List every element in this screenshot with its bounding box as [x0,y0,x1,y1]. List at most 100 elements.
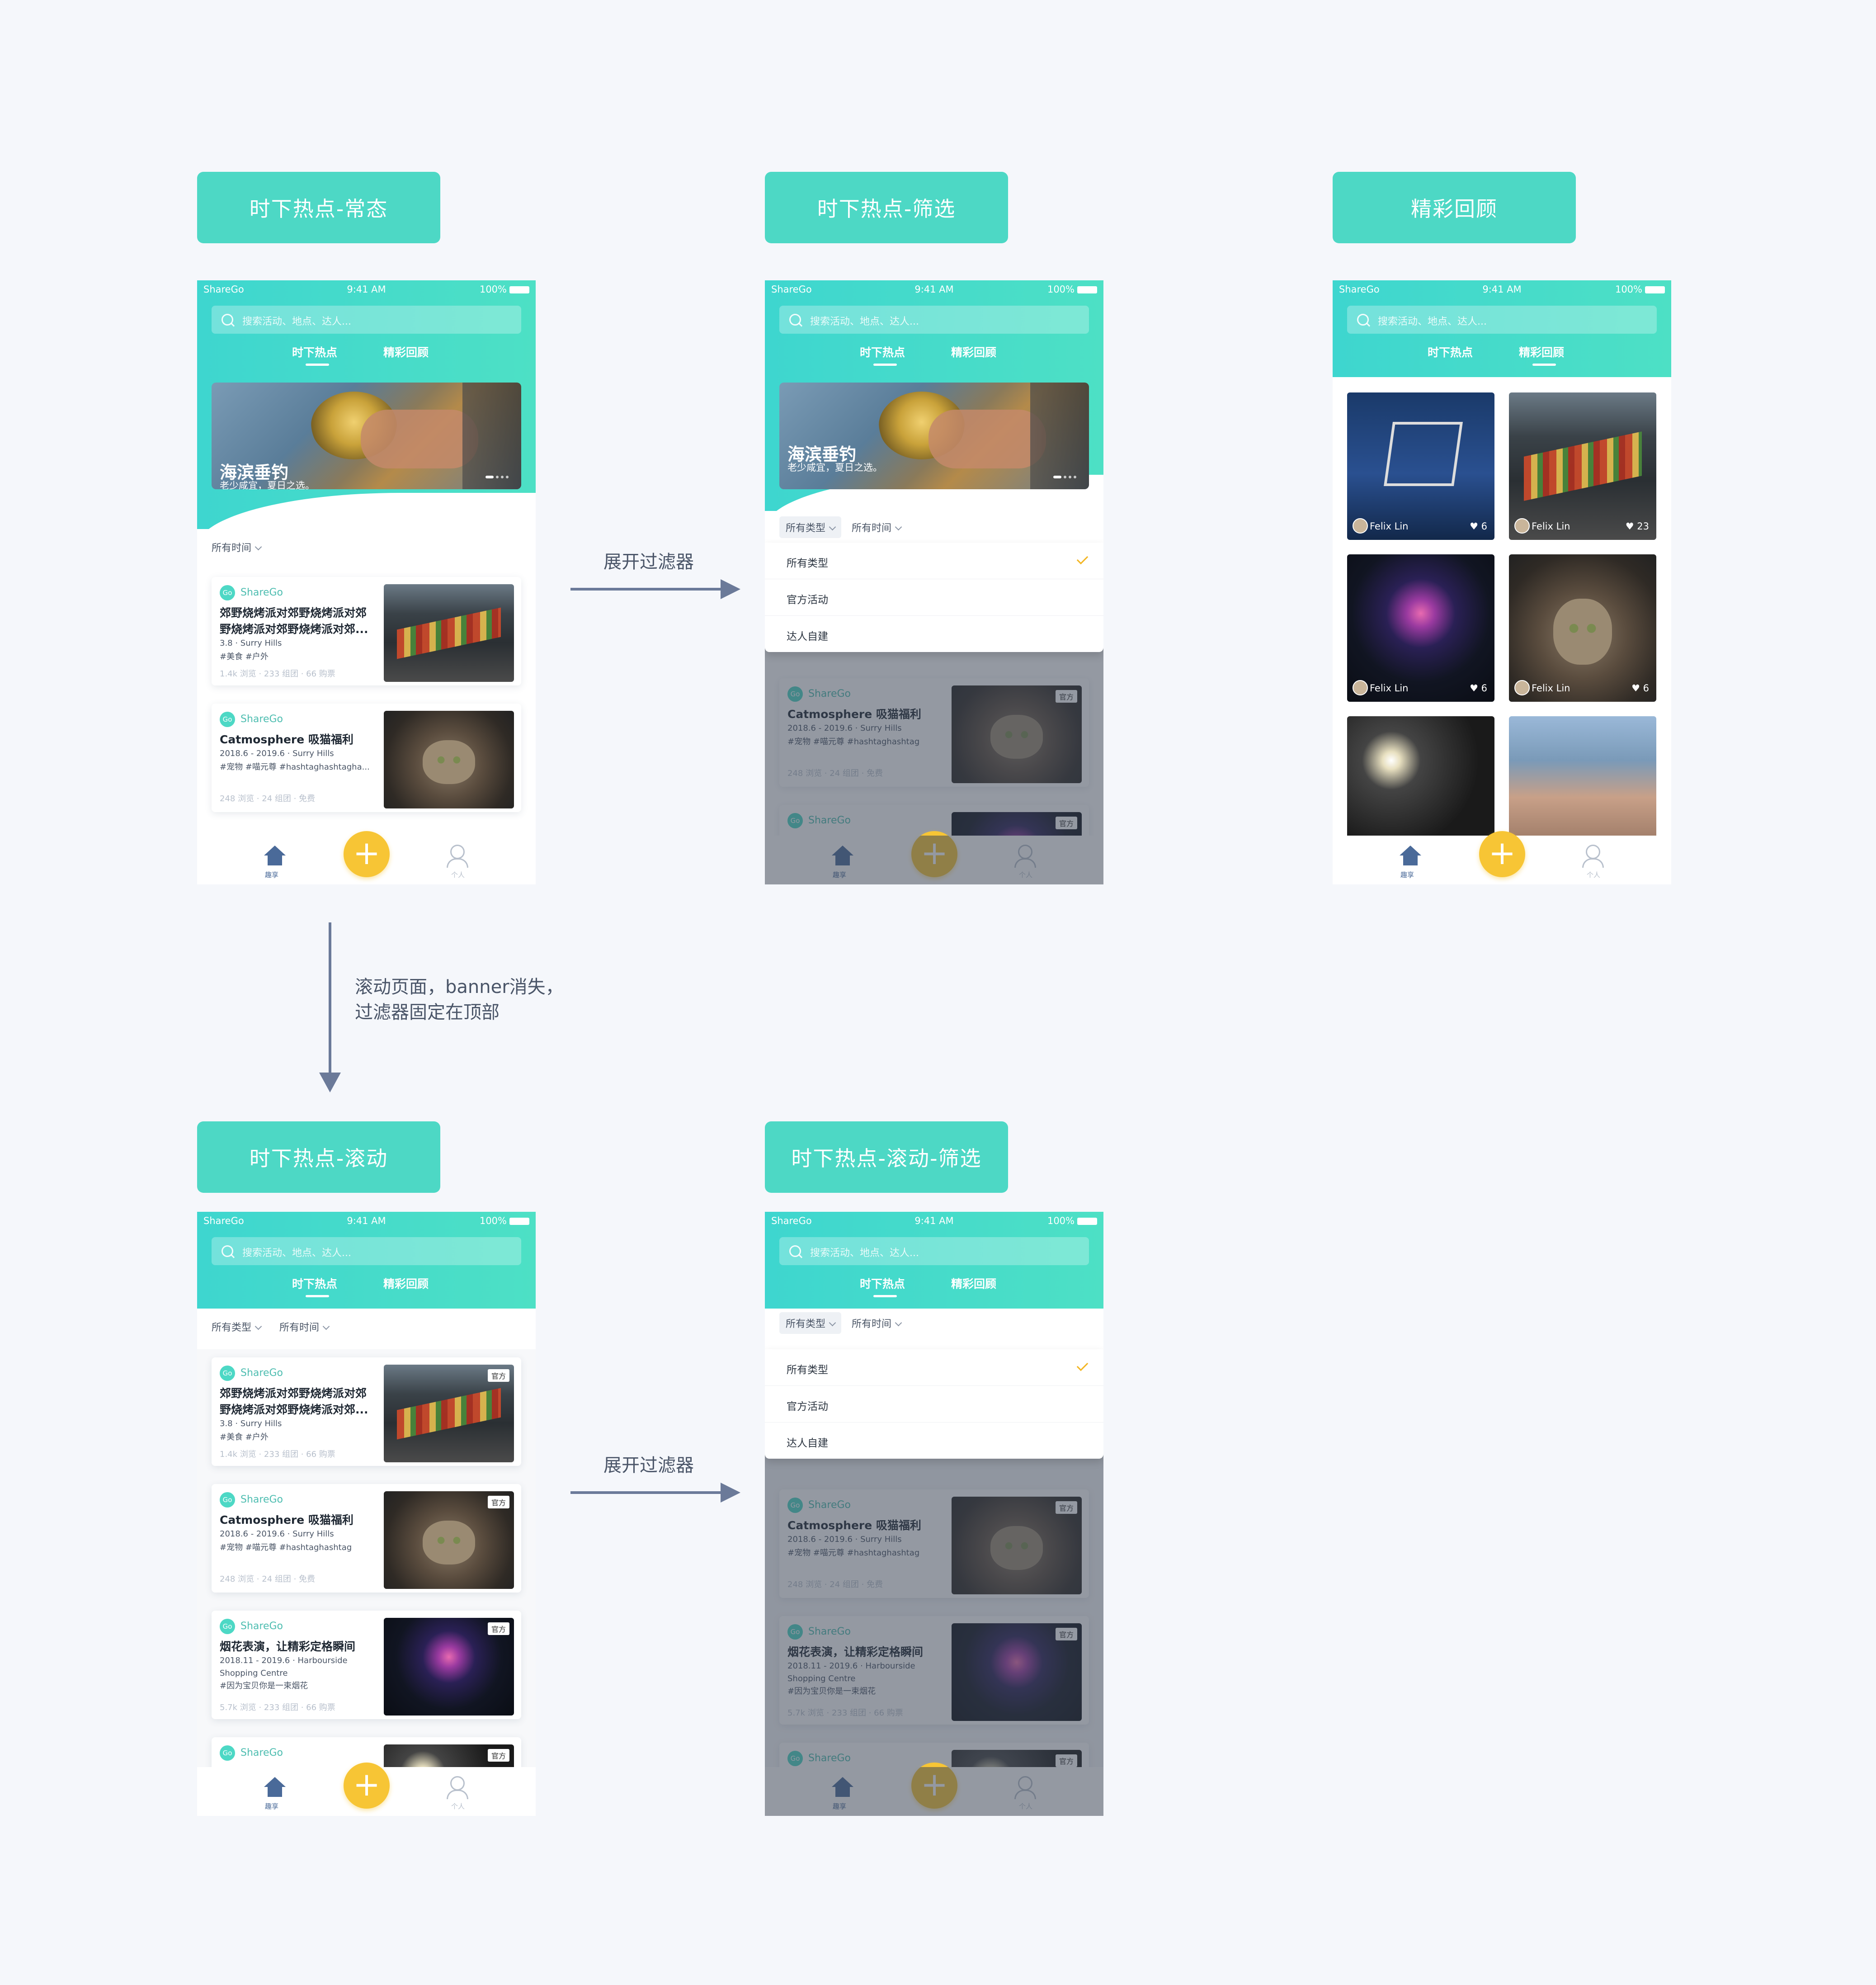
banner[interactable]: 海滨垂钓 老少咸宜，夏日之选。 [779,383,1089,489]
tab-bar: 时下热点 精彩回顾 [1333,344,1671,366]
list-item[interactable]: Go ShareGo Catmosphere 吸猫福利 2018.6 - 201… [212,1484,521,1593]
search-placeholder: 搜索活动、地点、达人... [1378,316,1487,327]
user-icon[interactable] [450,1776,465,1791]
card-date-place: 2018.11 - 2019.6 · Harbourside [220,1656,348,1665]
tab-review[interactable]: 精彩回顾 [383,344,429,360]
status-battery: 100% [1615,284,1665,295]
status-battery: 100% [1047,284,1097,295]
filter-type[interactable]: 所有类型 [779,516,842,538]
list-item[interactable]: Go ShareGo Catmosphere 吸猫福利 2018.6 - 201… [212,704,521,812]
gallery-item[interactable]: Felix Lin ♥ 6 [1509,554,1656,702]
nav-profile-label[interactable]: 个人 [451,870,465,879]
tab-hot[interactable]: 时下热点 [292,344,337,360]
plus-icon[interactable]: + [1479,831,1525,877]
dropdown-option-user[interactable]: 达人自建 [765,1423,1103,1459]
list-item[interactable]: Go ShareGo 烟花表演，让精彩定格瞬间 2018.11 - 2019.6… [212,1611,521,1719]
search-input[interactable]: 搜索活动、地点、达人... [779,1237,1089,1265]
card-brand: ShareGo [240,714,283,725]
tab-indicator [306,1295,329,1297]
nav-dim-overlay [765,836,1103,884]
chevron-down-icon [829,1319,836,1327]
tab-bar: 时下热点 精彩回顾 [765,344,1103,366]
brand-logo-icon: Go [220,1492,235,1508]
filter-type[interactable]: 所有类型 [212,1316,262,1338]
card-date-place: 2018.6 - 2019.6 · Surry Hills [220,749,334,758]
card-tags: #宠物 #喵元尊 #hashtaghashtagha... [220,762,370,772]
filter-time[interactable]: 所有时间 [852,1312,902,1334]
arrow-right-bottom [570,1491,724,1494]
chevron-down-icon [322,1323,330,1330]
card-image [384,584,514,682]
card-title: Catmosphere 吸猫福利 [220,733,354,746]
dropdown-option-official[interactable]: 官方活动 [765,1386,1103,1423]
bottom-nav: 趣享 + 个人 [1333,831,1671,884]
card-image: 官方 [384,1618,514,1716]
user-icon[interactable] [1586,845,1600,859]
type-dropdown: 所有类型 官方活动 达人自建 [765,1349,1103,1459]
search-placeholder: 搜索活动、地点、达人... [810,1248,919,1259]
tab-hot[interactable]: 时下热点 [1428,344,1473,360]
dropdown-option-all[interactable]: 所有类型 [765,543,1103,579]
card-date-place: 2018.6 - 2019.6 · Surry Hills [220,1529,334,1539]
label-hot-scroll: 时下热点-滚动 [197,1121,440,1193]
card-brand: ShareGo [240,1621,283,1632]
filter-time[interactable]: 所有时间 [852,516,902,538]
dropdown-option-all[interactable]: 所有类型 [765,1349,1103,1386]
plus-icon[interactable]: + [344,1763,390,1809]
label-hot-scroll-filter: 时下热点-滚动-筛选 [765,1121,1008,1193]
banner-pager[interactable] [1051,472,1076,480]
tab-review[interactable]: 精彩回顾 [951,344,996,360]
home-icon[interactable] [264,1777,286,1787]
avatar [1514,680,1530,695]
tab-hot[interactable]: 时下热点 [860,1275,905,1291]
nav-home-label[interactable]: 趣享 [265,1801,278,1811]
home-icon[interactable] [1400,846,1421,855]
official-badge: 官方 [487,1369,509,1382]
banner[interactable]: 海滨垂钓 老少咸宜，夏日之选。 [212,383,521,489]
annotation-expand-filter-bottom: 展开过滤器 [603,1455,694,1476]
tab-hot[interactable]: 时下热点 [292,1275,337,1291]
home-icon[interactable] [264,846,286,855]
card-brand: ShareGo [240,1747,283,1758]
gallery-item[interactable]: Felix Lin ♥ 6 [1347,392,1494,540]
dropdown-option-official[interactable]: 官方活动 [765,579,1103,616]
filter-time[interactable]: 所有时间 [279,1316,330,1338]
search-input[interactable]: 搜索活动、地点、达人... [1347,306,1657,334]
gallery-item[interactable]: Felix Lin ♥ 23 [1509,392,1656,540]
nav-home-label[interactable]: 趣享 [1400,870,1414,879]
card-brand: ShareGo [240,587,283,598]
phone-hot-scroll-filter: ShareGo 9:41 AM 100% 搜索活动、地点、达人... 时下热点 … [765,1212,1103,1816]
filter-type[interactable]: 所有类型 [779,1312,842,1334]
nav-profile-label[interactable]: 个人 [1587,870,1600,879]
tab-review[interactable]: 精彩回顾 [951,1275,996,1291]
type-dropdown: 所有类型 官方活动 达人自建 [765,543,1103,652]
nav-profile-label[interactable]: 个人 [451,1801,465,1811]
card-stats: 5.7k 浏览 · 233 组团 · 66 购票 [220,1703,335,1712]
tab-review[interactable]: 精彩回顾 [1519,344,1564,360]
status-battery: 100% [480,1215,529,1226]
card-tags: #美食 #户外 [220,1432,269,1442]
dropdown-option-user[interactable]: 达人自建 [765,616,1103,652]
nav-home-label[interactable]: 趣享 [265,870,278,879]
plus-icon[interactable]: + [344,831,390,877]
official-badge: 官方 [487,1622,509,1635]
label-review: 精彩回顾 [1333,172,1576,243]
list-item[interactable]: Go ShareGo 郊野烧烤派对郊野烧烤派对郊野烧烤派对郊野烧烤派对郊... … [212,577,521,685]
status-battery: 100% [480,284,529,295]
tab-review[interactable]: 精彩回顾 [383,1275,429,1291]
tab-hot[interactable]: 时下热点 [860,344,905,360]
card-image: 官方 [384,1491,514,1589]
search-input[interactable]: 搜索活动、地点、达人... [212,306,521,334]
tab-bar: 时下热点 精彩回顾 [765,1275,1103,1298]
check-icon [1076,553,1089,565]
gallery-item[interactable]: Felix Lin ♥ 6 [1347,554,1494,702]
bottom-nav: 趣享 + 个人 [197,1763,536,1816]
annotation-scroll-note-line1: 滚动页面，banner消失， [355,977,564,997]
list-item[interactable]: Go ShareGo 郊野烧烤派对郊野烧烤派对郊野烧烤派对郊野烧烤派对郊... … [212,1357,521,1466]
filter-time[interactable]: 所有时间 [212,536,262,558]
search-input[interactable]: 搜索活动、地点、达人... [212,1237,521,1265]
user-icon[interactable] [450,845,465,859]
search-input[interactable]: 搜索活动、地点、达人... [779,306,1089,334]
card-image [384,711,514,808]
banner-pager[interactable] [483,472,509,480]
